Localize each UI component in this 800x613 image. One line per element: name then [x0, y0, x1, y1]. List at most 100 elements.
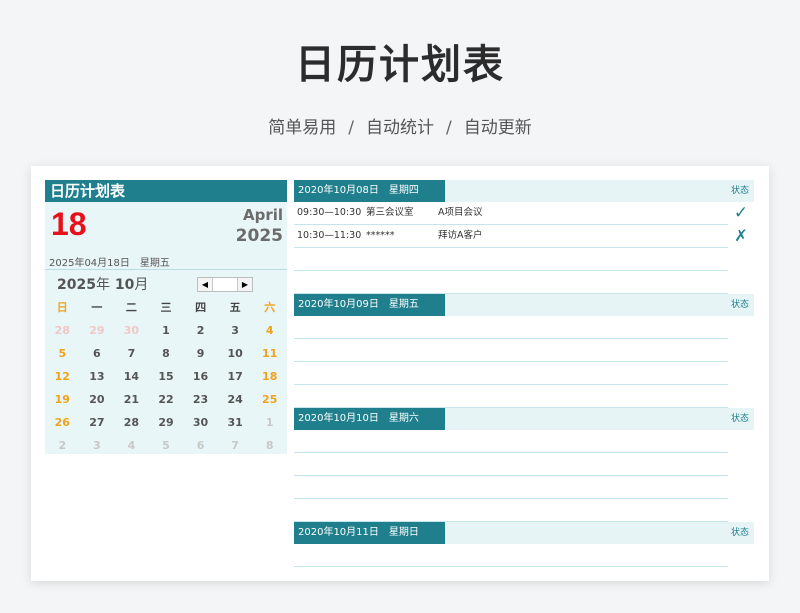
feature-item: 简单易用: [268, 118, 337, 138]
calendar-day[interactable]: 7: [114, 342, 149, 365]
month-unit: 月: [134, 277, 149, 293]
calendar-day[interactable]: 27: [80, 411, 115, 434]
day-weekday: 星期五: [388, 299, 419, 310]
prev-month-icon[interactable]: ◀: [198, 278, 212, 291]
calendar-day[interactable]: 6: [80, 342, 115, 365]
event-row[interactable]: 10:30—11:30 ****** 拜访A客户 ✗: [294, 225, 748, 248]
day-weekday: 星期六: [388, 413, 419, 424]
separator: /: [348, 118, 354, 138]
month-spinner[interactable]: ◀ ▶: [197, 277, 253, 292]
calendar-day[interactable]: 24: [218, 388, 253, 411]
calendar-day[interactable]: 18: [252, 365, 287, 388]
calendar-day[interactable]: 28: [45, 319, 80, 342]
day-title: 2020年10月09日 星期五: [294, 294, 445, 316]
calendar-day[interactable]: 29: [149, 411, 184, 434]
divider: [45, 269, 287, 270]
calendar-day[interactable]: 4: [252, 319, 287, 342]
calendar-day[interactable]: 10: [218, 342, 253, 365]
calendar-day[interactable]: 16: [183, 365, 218, 388]
status-column-label: 状态: [730, 300, 749, 310]
feature-tagline: 简单易用 / 自动统计 / 自动更新: [0, 113, 800, 138]
weekday-header: 二: [125, 301, 137, 314]
event-location: ******: [366, 230, 395, 241]
calendar-day[interactable]: 26: [45, 411, 80, 434]
event-time: 10:30—11:30: [297, 230, 362, 241]
weekday-header: 三: [160, 301, 172, 314]
event-row[interactable]: [294, 476, 728, 499]
day-date: 2020年10月08日: [298, 185, 379, 196]
calendar-day[interactable]: 3: [218, 319, 253, 342]
event-list: [294, 544, 728, 567]
calendar-day[interactable]: 8: [149, 342, 184, 365]
event-title: 拜访A客户: [438, 230, 483, 241]
event-title: A项目会议: [438, 207, 483, 218]
event-time: 09:30—10:30: [297, 207, 362, 218]
calendar-day[interactable]: 3: [80, 434, 115, 457]
event-list: [294, 430, 728, 522]
calendar-day[interactable]: 5: [149, 434, 184, 457]
calendar-day[interactable]: 30: [114, 319, 149, 342]
calendar-day[interactable]: 31: [218, 411, 253, 434]
weekday-header: 六: [264, 301, 276, 314]
weekday-header: 五: [229, 301, 241, 314]
calendar-day[interactable]: 29: [80, 319, 115, 342]
selected-date-full: 2025年04月18日 星期五: [49, 258, 170, 269]
calendar-day[interactable]: 1: [252, 411, 287, 434]
calendar-day[interactable]: 17: [218, 365, 253, 388]
calendar-day[interactable]: 12: [45, 365, 80, 388]
feature-item: 自动统计: [366, 118, 434, 138]
selected-year: 2025: [235, 226, 283, 246]
day-date: 2020年10月11日: [298, 527, 379, 538]
spreadsheet-preview: 日历计划表 18 April 2025 2025年04月18日 星期五 2025…: [31, 166, 769, 581]
calendar-day[interactable]: 22: [149, 388, 184, 411]
calendar-day[interactable]: 6: [183, 434, 218, 457]
calendar-day[interactable]: 5: [45, 342, 80, 365]
feature-item: 自动更新: [463, 118, 532, 138]
event-row[interactable]: [294, 544, 728, 567]
day-title: 2020年10月08日 星期四: [294, 180, 445, 202]
calendar-day[interactable]: 30: [183, 411, 218, 434]
event-row[interactable]: [294, 248, 728, 271]
calendar-day[interactable]: 25: [252, 388, 287, 411]
calendar-day[interactable]: 21: [114, 388, 149, 411]
event-row[interactable]: [294, 339, 728, 362]
status-column-label: 状态: [730, 414, 749, 424]
status-column-label: 状态: [730, 186, 749, 196]
calendar-day[interactable]: 4: [114, 434, 149, 457]
event-row[interactable]: [294, 499, 728, 522]
month-calendar: 日 一 二 三 四 五 六 28 29 30 1 2 3 4 5 6 7 8 9…: [45, 296, 287, 457]
calendar-day[interactable]: 13: [80, 365, 115, 388]
calendar-day[interactable]: 7: [218, 434, 253, 457]
calendar-day[interactable]: 8: [252, 434, 287, 457]
calendar-year-month: 2025年 10月: [57, 274, 148, 294]
day-title: 2020年10月10日 星期六: [294, 408, 445, 430]
weekday-header: 一: [91, 301, 103, 314]
calendar-day[interactable]: 15: [149, 365, 184, 388]
calendar-day[interactable]: 19: [45, 388, 80, 411]
cross-icon[interactable]: ✗: [728, 225, 754, 247]
event-row[interactable]: [294, 430, 728, 453]
event-list: [294, 316, 728, 408]
event-row[interactable]: [294, 453, 728, 476]
calendar-day[interactable]: 14: [114, 365, 149, 388]
calendar-day[interactable]: 11: [252, 342, 287, 365]
separator: /: [446, 118, 452, 138]
event-row[interactable]: [294, 316, 728, 339]
event-row[interactable]: [294, 385, 728, 408]
status-column-label: 状态: [730, 528, 749, 538]
calendar-day[interactable]: 28: [114, 411, 149, 434]
next-month-icon[interactable]: ▶: [238, 278, 252, 291]
calendar-day[interactable]: 23: [183, 388, 218, 411]
calendar-day[interactable]: 20: [80, 388, 115, 411]
day-date: 2020年10月10日: [298, 413, 379, 424]
calendar-day[interactable]: 2: [183, 319, 218, 342]
event-row[interactable]: [294, 271, 728, 294]
calendar-month: 10: [114, 277, 135, 293]
day-title: 2020年10月11日 星期日: [294, 522, 445, 544]
calendar-day[interactable]: 9: [183, 342, 218, 365]
event-row[interactable]: 09:30—10:30 第三会议室 A项目会议 ✓: [294, 202, 748, 225]
event-row[interactable]: [294, 362, 728, 385]
calendar-day[interactable]: 2: [45, 434, 80, 457]
calendar-day[interactable]: 1: [149, 319, 184, 342]
check-icon[interactable]: ✓: [728, 202, 754, 224]
